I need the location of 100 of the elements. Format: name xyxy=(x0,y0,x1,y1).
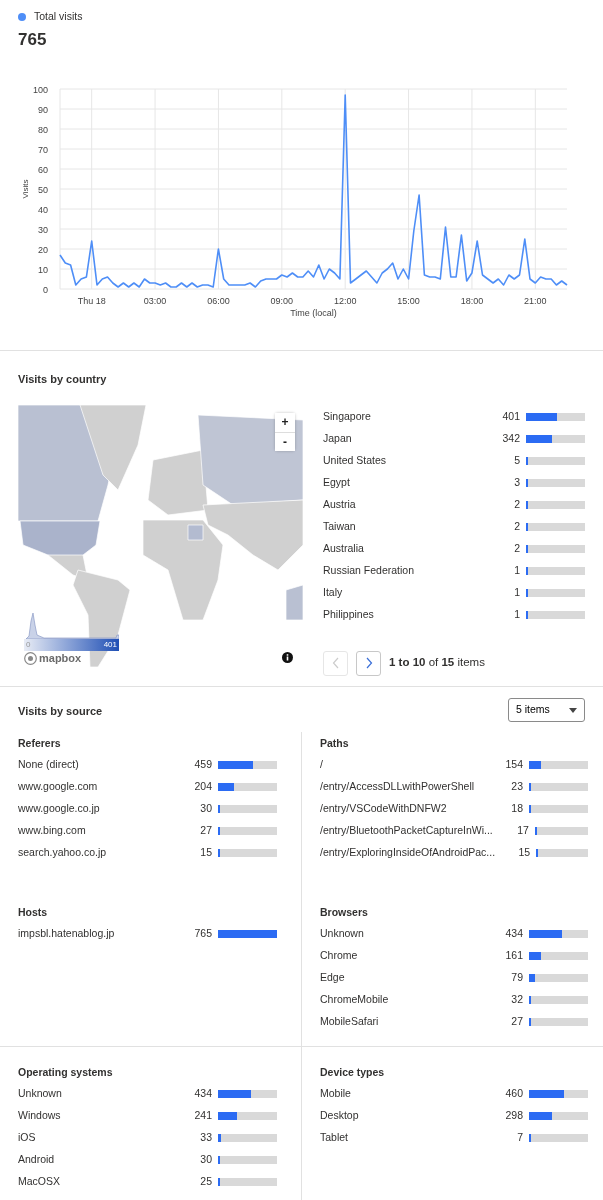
x-tick-label: 03:00 xyxy=(143,295,167,306)
row-label: Japan xyxy=(323,430,353,446)
x-axis-title: Time (local) xyxy=(290,307,337,318)
visit-count: 1 xyxy=(513,562,520,578)
visit-count: 161 xyxy=(504,948,523,964)
scale-label: 401 xyxy=(103,638,117,651)
visit-count: 401 xyxy=(501,408,520,424)
y-tick-label: 60 xyxy=(38,164,48,175)
row-label: None (direct) xyxy=(18,757,80,773)
row-label: /entry/ExploringInsideOfAndroidPac... xyxy=(320,845,496,861)
visit-count: 5 xyxy=(513,452,520,468)
row-label: impsbl.hatenablog.jp xyxy=(18,926,116,942)
row-label: Edge xyxy=(320,970,346,986)
visit-count: 7 xyxy=(516,1130,523,1146)
group-title: Device types xyxy=(320,1065,386,1080)
row-label: Mobile xyxy=(320,1086,352,1102)
next-page-button[interactable] xyxy=(356,650,381,676)
visit-count: 460 xyxy=(504,1086,523,1102)
items-dropdown[interactable]: 5 items xyxy=(508,698,585,722)
y-tick-label: 20 xyxy=(38,244,48,255)
visit-count: 18 xyxy=(510,801,523,817)
row-label: United States xyxy=(323,452,388,468)
section-title: Visits by country xyxy=(18,372,108,387)
row-label: Unknown xyxy=(18,1086,63,1102)
row-label: Taiwan xyxy=(323,518,357,534)
group-title: Operating systems xyxy=(18,1065,114,1080)
row-label: search.yahoo.co.jp xyxy=(18,845,108,861)
row-label: /entry/BluetoothPacketCaptureInWi... xyxy=(320,823,493,839)
y-tick-label: 30 xyxy=(38,224,48,235)
row-label: Philippines xyxy=(323,606,375,622)
visit-count: 27 xyxy=(510,1014,523,1030)
row-label: MacOSX xyxy=(18,1174,61,1190)
visit-count: 241 xyxy=(193,1108,212,1124)
row-label: Russian Federation xyxy=(323,562,416,578)
row-label: Android xyxy=(18,1152,56,1168)
visit-count: 30 xyxy=(199,801,212,817)
visit-count: 79 xyxy=(510,970,523,986)
y-tick-label: 10 xyxy=(38,264,48,275)
x-tick-label: Thu 18 xyxy=(77,295,106,306)
section-title: Visits by source xyxy=(18,704,103,719)
visit-count: 1 xyxy=(513,606,520,622)
row-label: Egypt xyxy=(323,474,351,490)
row-label: Windows xyxy=(18,1108,62,1124)
total-count: 765 xyxy=(18,28,47,51)
row-label: /entry/AccessDLLwithPowerShell xyxy=(320,779,476,795)
row-label: Singapore xyxy=(323,408,372,424)
visit-count: 434 xyxy=(504,926,523,942)
logo-text: mapbox xyxy=(39,651,82,666)
chevron-left-icon xyxy=(331,657,340,669)
x-tick-label: 09:00 xyxy=(270,295,294,306)
visit-count: 15 xyxy=(517,845,531,861)
y-tick-label: 100 xyxy=(32,84,48,95)
x-tick-label: 06:00 xyxy=(207,295,230,306)
x-tick-label: 12:00 xyxy=(333,295,357,306)
scale-label: 0 xyxy=(26,638,31,651)
group-title: Hosts xyxy=(18,905,49,920)
row-label: Austria xyxy=(323,496,357,512)
visit-count: 2 xyxy=(513,496,520,512)
chevron-right-icon xyxy=(364,657,373,669)
visit-count: 298 xyxy=(504,1108,523,1124)
y-tick-label: 40 xyxy=(38,204,48,215)
y-tick-label: 90 xyxy=(38,104,48,115)
row-label: Desktop xyxy=(320,1108,360,1124)
row-label: www.bing.com xyxy=(18,823,87,839)
y-tick-label: 0 xyxy=(43,284,48,295)
pagination-summary: 1 to 10 of 15 items xyxy=(389,655,485,671)
x-tick-label: 15:00 xyxy=(397,295,420,306)
y-tick-label: 80 xyxy=(38,124,48,135)
visit-count: 32 xyxy=(510,992,523,1008)
visit-count: 17 xyxy=(516,823,529,839)
logo-icon xyxy=(24,651,37,665)
row-label: Australia xyxy=(323,540,365,556)
visit-count: 27 xyxy=(199,823,212,839)
row-label: iOS xyxy=(18,1130,37,1146)
visit-count: 2 xyxy=(513,540,520,556)
caret-icon xyxy=(569,707,577,713)
info-icon[interactable] xyxy=(282,651,293,663)
x-tick-label: 21:00 xyxy=(524,295,547,306)
visit-count: 342 xyxy=(501,430,520,446)
visit-count: 25 xyxy=(199,1174,212,1190)
visit-count: 23 xyxy=(510,779,523,795)
row-label: / xyxy=(320,757,324,773)
row-label: MobileSafari xyxy=(320,1014,380,1030)
visit-count: 33 xyxy=(199,1130,212,1146)
visit-count: 1 xyxy=(513,584,520,600)
visit-count: 434 xyxy=(193,1086,212,1102)
row-label: Italy xyxy=(323,584,344,600)
row-label: Unknown xyxy=(320,926,365,942)
group-title: Paths xyxy=(320,736,350,751)
y-tick-label: 70 xyxy=(38,144,48,155)
row-label: /entry/VSCodeWithDNFW2 xyxy=(320,801,448,817)
group-title: Browsers xyxy=(320,905,369,920)
row-label: www.google.com xyxy=(18,779,99,795)
row-label: Tablet xyxy=(320,1130,350,1146)
zoom-in-button[interactable]: + xyxy=(275,412,295,432)
row-label: www.google.co.jp xyxy=(18,801,101,817)
visit-count: 204 xyxy=(193,779,212,795)
visit-count: 3 xyxy=(513,474,520,490)
visit-count: 459 xyxy=(193,757,212,773)
visit-count: 154 xyxy=(504,757,523,773)
